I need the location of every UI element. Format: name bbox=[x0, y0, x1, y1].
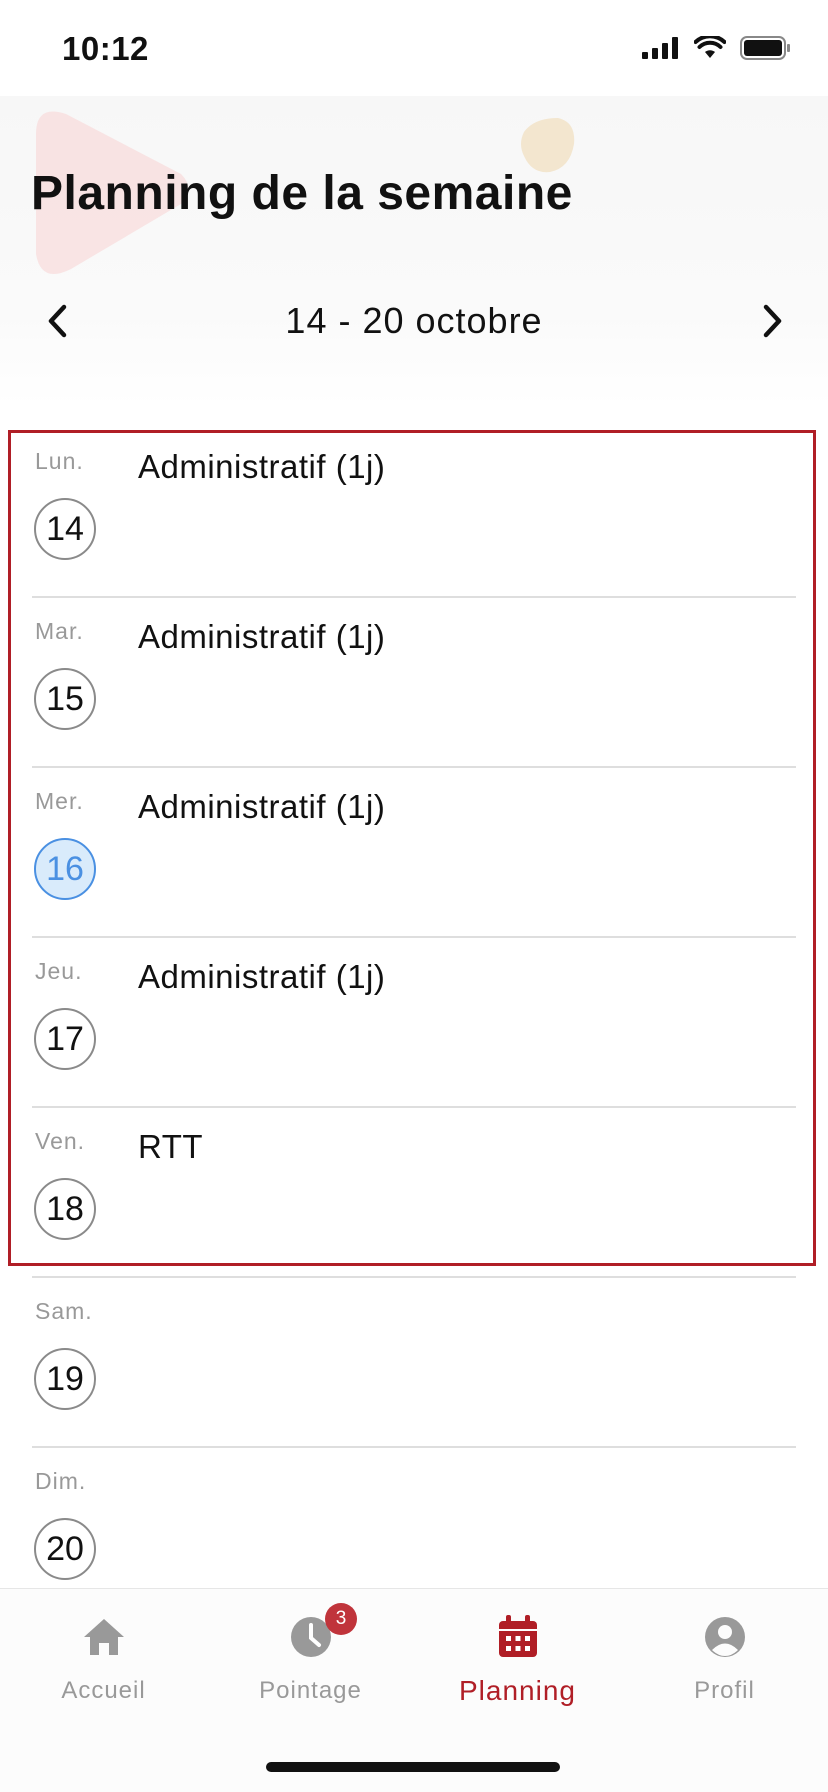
calendar-icon bbox=[498, 1615, 537, 1657]
day-event[interactable]: Administratif (1j) bbox=[138, 448, 385, 486]
week-navigation: 14 - 20 octobre bbox=[0, 296, 828, 346]
week-range-label: 14 - 20 octobre bbox=[285, 300, 543, 341]
day-row-saturday[interactable]: Sam. 19 bbox=[32, 1278, 796, 1448]
day-number: 15 bbox=[34, 668, 96, 730]
day-number: 17 bbox=[34, 1008, 96, 1070]
chevron-right-icon bbox=[763, 304, 782, 338]
tab-pointage[interactable]: 3 Pointage bbox=[207, 1603, 414, 1721]
day-abbr: Dim. bbox=[35, 1468, 87, 1494]
tab-accueil[interactable]: Accueil bbox=[0, 1611, 207, 1721]
status-time: 10:12 bbox=[62, 30, 149, 67]
page-title: Planning de la semaine bbox=[31, 167, 573, 220]
tab-label: Profil bbox=[694, 1677, 755, 1704]
day-number-today: 16 bbox=[34, 838, 96, 900]
tab-planning[interactable]: Planning bbox=[414, 1611, 621, 1721]
day-abbr: Ven. bbox=[35, 1128, 86, 1154]
day-row-monday[interactable]: Lun. 14 Administratif (1j) bbox=[32, 428, 796, 598]
day-number: 18 bbox=[34, 1178, 96, 1240]
wifi-icon bbox=[694, 36, 726, 58]
day-row-wednesday[interactable]: Mer. 16 Administratif (1j) bbox=[32, 768, 796, 938]
tab-label: Accueil bbox=[61, 1677, 146, 1704]
day-abbr: Mar. bbox=[35, 618, 84, 644]
day-abbr: Lun. bbox=[35, 448, 84, 474]
day-event[interactable]: Administratif (1j) bbox=[138, 618, 385, 656]
day-number: 19 bbox=[34, 1348, 96, 1410]
home-indicator[interactable] bbox=[266, 1762, 560, 1772]
cellular-signal-icon bbox=[642, 37, 678, 59]
day-row-friday[interactable]: Ven. 18 RTT bbox=[32, 1108, 796, 1278]
next-week-button[interactable] bbox=[748, 296, 798, 346]
day-list: Lun. 14 Administratif (1j) Mar. 15 Admin… bbox=[0, 428, 828, 1618]
day-row-tuesday[interactable]: Mar. 15 Administratif (1j) bbox=[32, 598, 796, 768]
day-abbr: Mer. bbox=[35, 788, 84, 814]
user-icon bbox=[704, 1617, 745, 1657]
battery-icon bbox=[740, 36, 790, 60]
status-icons bbox=[642, 36, 792, 60]
header: Planning de la semaine 14 - 20 octobre bbox=[0, 96, 828, 406]
notification-badge: 3 bbox=[325, 1603, 357, 1635]
tab-label: Pointage bbox=[259, 1677, 362, 1704]
day-row-thursday[interactable]: Jeu. 17 Administratif (1j) bbox=[32, 938, 796, 1108]
day-abbr: Sam. bbox=[35, 1298, 93, 1324]
day-event[interactable]: Administratif (1j) bbox=[138, 958, 385, 996]
day-event[interactable]: RTT bbox=[138, 1128, 203, 1166]
day-number: 14 bbox=[34, 498, 96, 560]
day-number: 20 bbox=[34, 1518, 96, 1580]
day-abbr: Jeu. bbox=[35, 958, 83, 984]
tab-label: Planning bbox=[459, 1675, 576, 1706]
status-bar: 10:12 bbox=[0, 0, 828, 96]
tab-profil[interactable]: Profil bbox=[621, 1611, 828, 1721]
day-event[interactable]: Administratif (1j) bbox=[138, 788, 385, 826]
planning-screen: 10:12 Planning de la semaine 14 - 20 oct… bbox=[0, 0, 828, 1792]
home-icon bbox=[83, 1619, 124, 1655]
